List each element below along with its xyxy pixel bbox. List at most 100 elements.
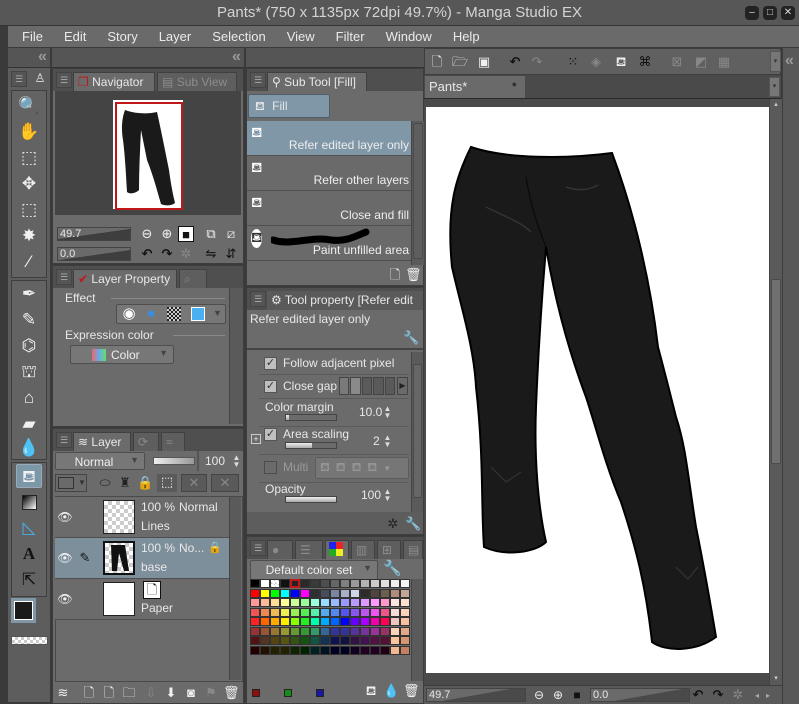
color-swatch[interactable] <box>340 588 350 598</box>
reference-layer-icon[interactable]: ♜ <box>117 475 133 491</box>
scroll-down-button[interactable]: ▾ <box>770 674 782 684</box>
color-swatch[interactable] <box>250 607 260 617</box>
zoom-field[interactable]: 49.7 <box>426 688 526 702</box>
color-swatch[interactable] <box>340 598 350 607</box>
panel-menu-icon[interactable]: ☰ <box>56 432 72 448</box>
color-swatch[interactable] <box>390 617 400 626</box>
new-vector-layer-icon[interactable]: 🗋 <box>101 685 117 701</box>
zoom-in-icon[interactable]: ⊕ <box>550 687 566 703</box>
color-palette-grid[interactable] <box>250 579 410 655</box>
color-swatch[interactable] <box>250 588 260 598</box>
color-swatch[interactable] <box>280 588 290 598</box>
color-swatch[interactable] <box>390 636 400 645</box>
blend-mode-dropdown[interactable]: Normal ▼ <box>55 452 145 470</box>
expand-icon[interactable]: « <box>785 52 794 70</box>
fit-diagonal-icon[interactable]: ⧄ <box>223 226 239 242</box>
color-swatch[interactable] <box>300 636 310 645</box>
color-swatch[interactable] <box>310 636 320 645</box>
color-swatch[interactable] <box>310 588 320 598</box>
close-button[interactable]: ✕ <box>781 6 795 20</box>
color-swatch[interactable] <box>400 617 410 626</box>
tab-color-wheel[interactable]: ● <box>267 540 293 559</box>
color-swatch[interactable] <box>300 598 310 607</box>
color-swatch[interactable] <box>360 617 370 626</box>
color-swatch[interactable] <box>400 645 410 655</box>
layer-opacity-slider[interactable] <box>153 457 195 465</box>
color-swatch[interactable] <box>360 645 370 655</box>
gap-level-5[interactable] <box>384 377 396 395</box>
color-swatch[interactable] <box>260 588 270 598</box>
color-swatch[interactable] <box>360 626 370 636</box>
color-swatch[interactable] <box>250 598 260 607</box>
color-swatch[interactable] <box>310 579 320 588</box>
color-swatch[interactable] <box>380 607 390 617</box>
navigator-preview[interactable] <box>55 91 241 215</box>
gradient-tool[interactable] <box>16 490 42 514</box>
color-swatch[interactable] <box>290 607 300 617</box>
sub-tool-item[interactable]: ⛾ Refer edited layer only <box>247 121 411 156</box>
tab-layer[interactable]: ≋ Layer <box>73 432 131 451</box>
tab-approximate-color[interactable]: ⊞ <box>377 540 401 559</box>
color-set-settings-icon[interactable]: 🔧 <box>383 561 402 577</box>
color-swatch[interactable] <box>400 588 410 598</box>
sub-tool-group-fill[interactable]: ⛾ Fill <box>248 94 330 118</box>
color-swatch[interactable] <box>290 579 300 588</box>
delete-layer-icon[interactable]: 🗑 <box>223 685 240 701</box>
collapse-icon[interactable]: « <box>232 48 241 66</box>
menu-file[interactable]: File <box>22 26 43 44</box>
color-swatch[interactable] <box>270 588 280 598</box>
area-scaling-slider[interactable] <box>285 442 337 449</box>
main-color-swatch[interactable] <box>11 598 36 623</box>
color-swatch[interactable] <box>310 645 320 655</box>
color-swatch[interactable] <box>260 598 270 607</box>
color-swatch[interactable] <box>270 636 280 645</box>
opacity-slider[interactable] <box>285 496 337 503</box>
actual-size-icon[interactable]: ⧉ <box>203 226 219 242</box>
color-set-scrollbar[interactable] <box>411 579 423 681</box>
color-swatch[interactable] <box>390 598 400 607</box>
effect-selector[interactable]: ◉ ● ▼ <box>116 304 226 324</box>
balloon-tool[interactable]: ⇱ <box>16 568 42 592</box>
color-swatch[interactable] <box>260 607 270 617</box>
area-scaling-spinner[interactable]: ▲ ▼ <box>383 434 392 449</box>
color-swatch[interactable] <box>330 645 340 655</box>
delete-color-icon[interactable]: 🗑 <box>403 683 420 699</box>
color-swatch[interactable] <box>370 607 380 617</box>
crop-icon[interactable]: ⌘ <box>637 54 653 70</box>
reference-layer-selector[interactable]: ⛾⛾⛾⛾▼ <box>315 457 409 479</box>
tab-layer-search[interactable]: ≈ <box>161 432 185 451</box>
sub-tool-scrollbar[interactable] <box>411 121 424 265</box>
clipping-icon[interactable]: ⬭ <box>97 475 113 491</box>
lock-transparency-icon[interactable]: ⬚ <box>157 474 177 492</box>
color-swatch[interactable] <box>320 645 330 655</box>
tab-layer-search[interactable]: ⌕ <box>179 269 207 288</box>
color-swatch[interactable] <box>390 579 400 588</box>
zoom-in-icon[interactable]: ⊕ <box>159 226 175 242</box>
color-swatch[interactable] <box>330 598 340 607</box>
text-tool[interactable]: A <box>16 542 42 566</box>
color-swatch[interactable] <box>300 607 310 617</box>
color-swatch[interactable] <box>380 617 390 626</box>
expression-color-dropdown[interactable]: Color ▼ <box>70 345 174 364</box>
sub-tool-item[interactable]: ⛾ Paint unfilled area <box>247 226 411 261</box>
invert-selection-icon[interactable]: ◩ <box>693 54 709 70</box>
color-swatch[interactable] <box>270 645 280 655</box>
color-swatch[interactable] <box>350 579 360 588</box>
menu-selection[interactable]: Selection <box>212 26 265 44</box>
transform-icon[interactable]: ◈ <box>588 54 604 70</box>
color-swatch[interactable] <box>340 607 350 617</box>
redo-icon[interactable]: ↷ <box>529 54 545 70</box>
color-swatch[interactable] <box>390 607 400 617</box>
color-swatch[interactable] <box>280 645 290 655</box>
replace-color-icon[interactable]: ⛾ <box>363 683 379 699</box>
canvas-vertical-scrollbar[interactable]: ▴ ▾ <box>769 99 782 685</box>
eye-icon[interactable]: 👁 <box>57 591 73 607</box>
color-swatch[interactable] <box>330 617 340 626</box>
menu-view[interactable]: View <box>287 26 315 44</box>
new-raster-layer-icon[interactable]: 🗋 <box>81 685 97 701</box>
color-swatch[interactable] <box>330 607 340 617</box>
navigator-view-frame[interactable] <box>115 102 183 210</box>
color-swatch[interactable] <box>350 607 360 617</box>
color-swatch[interactable] <box>280 579 290 588</box>
color-swatch[interactable] <box>300 626 310 636</box>
